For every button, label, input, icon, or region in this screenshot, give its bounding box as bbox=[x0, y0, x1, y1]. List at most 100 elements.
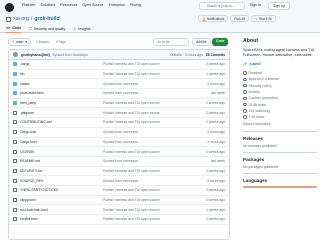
table-row[interactable]: SOURCE_REV Synced from monorepo 3 hours ag… bbox=[9, 176, 229, 186]
file-commit-message[interactable]: Publish harness and TUI open source bbox=[103, 62, 160, 66]
file-commit-message[interactable]: Publish harness and TUI open source bbox=[103, 111, 160, 115]
sign-up-button[interactable]: Sign up bbox=[268, 2, 291, 10]
file-commit-message[interactable]: Publish harness and TUI open source bbox=[103, 101, 160, 105]
go-to-file-input[interactable]: Go to file bbox=[153, 38, 189, 46]
fork-icon bbox=[243, 115, 247, 119]
about-description: SpaceXAI's coding agent harness and TUI.… bbox=[243, 48, 316, 57]
about-watching-label: 124 watching bbox=[248, 108, 270, 113]
table-row[interactable]: Cargo.toml Synced from monorepo 3 hours ag… bbox=[9, 138, 229, 148]
table-row[interactable]: bin Publish harness and TUI open source 2 … bbox=[9, 70, 229, 80]
file-commit-date: 2 weeks ago bbox=[205, 207, 225, 212]
file-name[interactable]: Cargo.toml bbox=[20, 140, 37, 144]
table-row[interactable]: .gitignore Publish harness and TUI open s… bbox=[9, 108, 229, 119]
repo-owner[interactable]: xai-org bbox=[13, 16, 29, 22]
table-row[interactable]: rust-toolchain.toml Publish harness and T… bbox=[9, 205, 229, 215]
table-row[interactable]: README.md Synced from monorepo last week bbox=[9, 157, 229, 167]
fork-button[interactable]: Fork 45 bbox=[230, 15, 250, 22]
commit-message[interactable]: Synced from monorepo bbox=[53, 53, 88, 57]
table-row[interactable]: SECURITY.md Publish harness and TUI open … bbox=[9, 167, 229, 177]
file-commit-message[interactable]: Synced from monorepo bbox=[103, 179, 138, 183]
file-name[interactable]: prost-build-fixes bbox=[20, 91, 44, 95]
file-commit-message[interactable]: Synced from monorepo bbox=[103, 91, 138, 95]
table-row[interactable]: CONTRIBUTING.md Publish harness and TUI o… bbox=[9, 118, 229, 128]
file-name[interactable]: third_party bbox=[20, 101, 36, 105]
packages-text: No packages published bbox=[243, 164, 279, 169]
file-commit-message[interactable]: Publish harness and TUI open source bbox=[103, 120, 160, 124]
nav-open-source[interactable]: Open Source bbox=[82, 3, 103, 7]
file-name[interactable]: bin bbox=[20, 72, 25, 76]
file-commit-message[interactable]: Publish harness and TUI open source bbox=[103, 72, 160, 76]
branch-select[interactable]: ⑂ main ▾ bbox=[8, 38, 32, 46]
homepage-link[interactable]: 🔗 x.ai/cli bbox=[243, 62, 317, 66]
file-commit-message[interactable]: Publish harness and TUI open source bbox=[103, 208, 160, 212]
file-name[interactable]: THIRD-PARTY-NOTICES bbox=[20, 188, 58, 192]
nav-pricing[interactable]: Pricing bbox=[130, 3, 141, 7]
file-name[interactable]: rust-toolchain.toml bbox=[20, 208, 48, 212]
file-commit-message[interactable]: Synced from monorepo bbox=[103, 159, 138, 163]
branches-link[interactable]: 1 Branch bbox=[36, 40, 49, 44]
table-row[interactable]: .cargo Publish harness and TUI open sourc… bbox=[9, 60, 229, 70]
nav-platform[interactable]: Platform bbox=[22, 3, 35, 7]
file-name[interactable]: CONTRIBUTING.md bbox=[20, 120, 51, 124]
table-row[interactable]: THIRD-PARTY-NOTICES Publish harness and T… bbox=[9, 186, 229, 196]
divider bbox=[243, 130, 317, 132]
tab-insights[interactable]: ∿ Insights bbox=[73, 26, 90, 33]
file-commit-message[interactable]: Publish harness and TUI open source bbox=[103, 150, 160, 154]
file-name[interactable]: rustfmt.toml bbox=[20, 217, 38, 221]
file-name[interactable]: SECURITY.md bbox=[20, 169, 42, 173]
file-commit-message[interactable]: Synced from monorepo bbox=[103, 130, 138, 134]
file-commit-message[interactable]: Synced from monorepo bbox=[103, 140, 138, 144]
add-file-button[interactable]: Add file bbox=[192, 38, 211, 46]
code-dropdown-button[interactable]: Code bbox=[212, 38, 229, 46]
releases-heading[interactable]: Releases bbox=[243, 136, 317, 141]
folder-icon bbox=[13, 91, 17, 96]
tab-insights-label: Insights bbox=[78, 26, 91, 31]
file-commit-date: 2 weeks ago bbox=[205, 110, 225, 115]
commits-link[interactable]: 28 Commits bbox=[206, 53, 225, 57]
tab-security[interactable]: ⛉ Security and quality bbox=[29, 26, 65, 33]
report-repository-link[interactable]: Report repository bbox=[243, 120, 317, 126]
table-row[interactable]: Cargo.lock Synced from monorepo 3 hours ag… bbox=[9, 128, 229, 138]
about-sidebar: About SpaceXAI's coding agent harness an… bbox=[243, 38, 317, 190]
table-row[interactable]: LICENSE Publish harness and TUI open sour… bbox=[9, 147, 229, 157]
file-commit-message[interactable]: Publish harness and TUI open source bbox=[103, 169, 160, 173]
file-name[interactable]: .gitignore bbox=[20, 111, 34, 115]
nav-solutions[interactable]: Solutions bbox=[40, 3, 55, 7]
file-commit-date: 2 weeks ago bbox=[205, 188, 225, 193]
file-icon bbox=[13, 217, 17, 222]
star-button[interactable]: ☆ Star 1.2k bbox=[251, 15, 276, 22]
nav-resources[interactable]: Resources bbox=[60, 3, 77, 7]
file-name[interactable]: README.md bbox=[20, 159, 40, 163]
file-commit-message[interactable]: Publish harness and TUI open source bbox=[103, 198, 160, 202]
table-row[interactable]: rustfmt.toml Publish harness and TUI open… bbox=[9, 215, 229, 225]
file-rows: .cargo Publish harness and TUI open sourc… bbox=[9, 60, 229, 225]
commit-meta[interactable]: 0f3fa5e · 3 hours ago bbox=[171, 53, 203, 57]
sign-in-link[interactable]: Sign in bbox=[250, 3, 261, 7]
file-commit-date: 2 weeks ago bbox=[205, 197, 225, 202]
file-commit-message[interactable]: Synced from monorepo bbox=[103, 82, 138, 86]
tags-link[interactable]: 0 Tags bbox=[56, 40, 65, 44]
notifications-button[interactable]: 🔔 Notifications bbox=[198, 15, 229, 22]
file-name[interactable]: LICENSE bbox=[20, 150, 35, 154]
packages-heading[interactable]: Packages bbox=[243, 157, 317, 162]
github-logo-icon[interactable] bbox=[5, 3, 14, 12]
file-name[interactable]: crates bbox=[20, 82, 29, 86]
nav-enterprise[interactable]: Enterprise bbox=[109, 3, 125, 7]
tab-code[interactable]: <> Code bbox=[6, 26, 22, 33]
table-row[interactable]: crates Synced from monorepo 3 hours ago bbox=[9, 79, 229, 90]
file-icon bbox=[13, 168, 17, 173]
commit-author[interactable]: grokbyhansc[bot] bbox=[21, 53, 50, 57]
file-name[interactable]: SOURCE_REV bbox=[20, 179, 43, 183]
file-commit-message[interactable]: Publish harness and TUI open source bbox=[103, 188, 160, 192]
table-row[interactable]: third_party Publish harness and TUI open … bbox=[9, 99, 229, 109]
file-commit-message[interactable]: Publish harness and TUI open source bbox=[103, 217, 160, 221]
file-name[interactable]: Cargo.lock bbox=[20, 130, 36, 134]
file-name[interactable]: clippy.toml bbox=[20, 198, 36, 202]
file-name[interactable]: .cargo bbox=[20, 62, 29, 66]
chevron-down-icon: ▾ bbox=[25, 40, 28, 44]
table-row[interactable]: prost-build-fixes Synced from monorepo las… bbox=[9, 89, 229, 99]
avatar[interactable] bbox=[13, 52, 18, 57]
table-row[interactable]: clippy.toml Publish harness and TUI open … bbox=[9, 196, 229, 206]
search-input[interactable]: ⌕ Search or jump to... bbox=[199, 2, 245, 10]
repo-name[interactable]: grok-build bbox=[34, 16, 59, 22]
